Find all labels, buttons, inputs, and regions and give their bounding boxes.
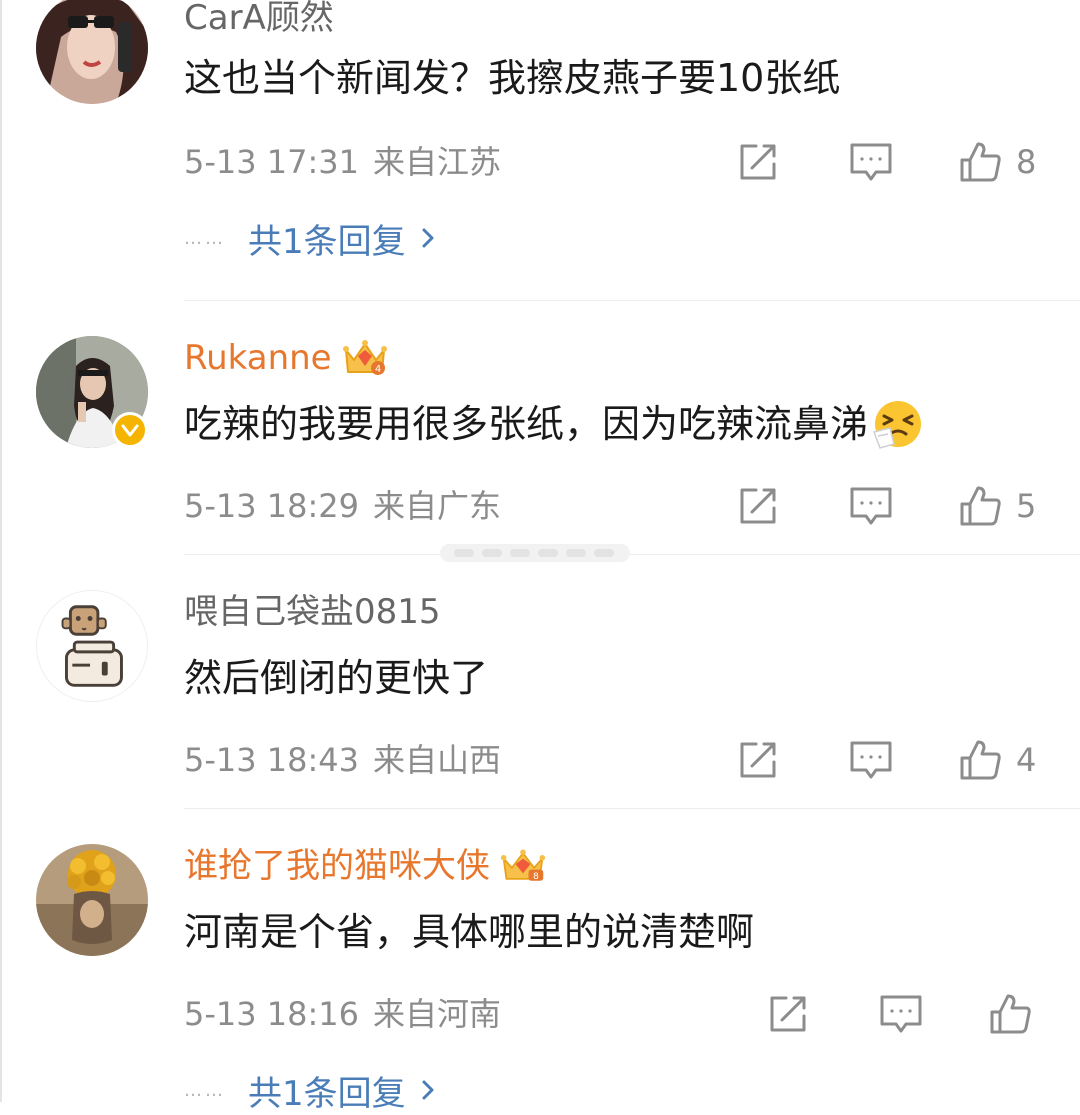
comment-item: CarA顾然 这也当个新闻发？我擦皮燕子要10张纸 5-13 17:31 来自江苏… bbox=[0, 0, 1080, 300]
comment-location: 来自广东 bbox=[373, 487, 502, 525]
like-button[interactable]: 4 bbox=[958, 738, 1036, 782]
comment-meta: 5-13 18:29 来自广东 bbox=[184, 484, 501, 528]
divider bbox=[184, 300, 1080, 301]
like-button[interactable] bbox=[988, 992, 1034, 1036]
thumbs-up-icon bbox=[960, 486, 1001, 526]
user-avatar[interactable] bbox=[36, 590, 148, 702]
share-icon bbox=[740, 488, 776, 524]
share-icon bbox=[740, 742, 776, 778]
name-row: 喂自己袋盐0815 bbox=[184, 588, 441, 636]
chevron-right-icon bbox=[422, 228, 434, 248]
comment-meta: 5-13 18:16 来自河南 bbox=[184, 992, 501, 1036]
view-replies-link[interactable]: 共1条回复 bbox=[248, 1066, 436, 1115]
comment-item: 谁抢了我的猫咪大侠 8 河南是个省，具体哪里的说清楚啊 5-13 18:16 来自… bbox=[0, 838, 1080, 1114]
username[interactable]: 喂自己袋盐0815 bbox=[184, 588, 441, 636]
divider bbox=[184, 808, 1080, 809]
like-count: 5 bbox=[1016, 487, 1037, 525]
svg-text:4: 4 bbox=[374, 364, 380, 375]
comment-icon bbox=[850, 741, 892, 779]
comment-meta: 5-13 18:43 来自山西 bbox=[184, 738, 501, 782]
reply-summary: …… 共1条回复 bbox=[184, 214, 436, 263]
name-row: 谁抢了我的猫咪大侠 8 bbox=[184, 842, 546, 890]
username[interactable]: 谁抢了我的猫咪大侠 bbox=[184, 842, 490, 890]
like-count: 4 bbox=[1016, 741, 1037, 779]
like-button[interactable]: 5 bbox=[958, 484, 1036, 528]
comment-time: 5-13 18:29 bbox=[184, 487, 360, 525]
thumbs-up-icon bbox=[990, 994, 1031, 1034]
watermark-image bbox=[440, 544, 630, 562]
comment-meta: 5-13 17:31 来自江苏 bbox=[184, 140, 501, 184]
user-avatar[interactable] bbox=[36, 844, 148, 956]
crown-icon: 4 bbox=[342, 338, 388, 378]
like-count: 8 bbox=[1016, 143, 1037, 181]
comment-text: 河南是个省，具体哪里的说清楚啊 bbox=[184, 910, 755, 954]
comment-item: Rukanne 4 吃辣的我要用很多张纸，因为吃辣流鼻涕 5-13 18:29 … bbox=[0, 330, 1080, 554]
share-button[interactable] bbox=[736, 738, 780, 782]
comment-location: 来自河南 bbox=[373, 995, 502, 1033]
thumbs-up-icon bbox=[960, 142, 1001, 182]
comment-icon bbox=[850, 143, 892, 181]
crown-icon: 8 bbox=[500, 846, 546, 886]
verified-badge-icon bbox=[112, 412, 148, 448]
ellipsis-icon: …… bbox=[184, 1079, 226, 1101]
sneezing-face-emoji bbox=[872, 398, 924, 450]
comment-button[interactable] bbox=[848, 738, 894, 782]
thumbs-up-icon bbox=[960, 740, 1001, 780]
comment-time: 5-13 18:43 bbox=[184, 741, 360, 779]
comment-button[interactable] bbox=[878, 992, 924, 1036]
reply-summary: …… 共1条回复 bbox=[184, 1066, 436, 1115]
comment-text: 吃辣的我要用很多张纸，因为吃辣流鼻涕 bbox=[184, 398, 924, 450]
comment-time: 5-13 18:16 bbox=[184, 995, 360, 1033]
like-button[interactable]: 8 bbox=[958, 140, 1036, 184]
divider bbox=[184, 554, 1080, 555]
comment-icon bbox=[850, 487, 892, 525]
username[interactable]: Rukanne bbox=[184, 334, 332, 382]
user-avatar[interactable] bbox=[36, 0, 148, 104]
reply-count-label: 共1条回复 bbox=[248, 1073, 406, 1114]
comment-button[interactable] bbox=[848, 140, 894, 184]
ellipsis-icon: …… bbox=[184, 227, 226, 249]
name-row: Rukanne 4 bbox=[184, 334, 388, 382]
name-row: CarA顾然 bbox=[184, 0, 334, 42]
comment-text: 这也当个新闻发？我擦皮燕子要10张纸 bbox=[184, 56, 841, 100]
comment-text-body: 吃辣的我要用很多张纸，因为吃辣流鼻涕 bbox=[184, 402, 869, 446]
comment-location: 来自江苏 bbox=[373, 143, 502, 181]
comment-icon bbox=[880, 995, 922, 1033]
reply-count-label: 共1条回复 bbox=[248, 221, 406, 262]
chevron-right-icon bbox=[422, 1080, 434, 1100]
share-icon bbox=[770, 996, 806, 1032]
comment-text: 然后倒闭的更快了 bbox=[184, 656, 489, 700]
comment-location: 来自山西 bbox=[373, 741, 502, 779]
comment-item: 喂自己袋盐0815 然后倒闭的更快了 5-13 18:43 来自山西 4 bbox=[0, 584, 1080, 808]
username[interactable]: CarA顾然 bbox=[184, 0, 334, 42]
comment-button[interactable] bbox=[848, 484, 894, 528]
comment-time: 5-13 17:31 bbox=[184, 143, 360, 181]
share-button[interactable] bbox=[736, 140, 780, 184]
share-button[interactable] bbox=[736, 484, 780, 528]
share-icon bbox=[740, 144, 776, 180]
share-button[interactable] bbox=[766, 992, 810, 1036]
view-replies-link[interactable]: 共1条回复 bbox=[248, 214, 436, 263]
svg-text:8: 8 bbox=[533, 871, 539, 882]
